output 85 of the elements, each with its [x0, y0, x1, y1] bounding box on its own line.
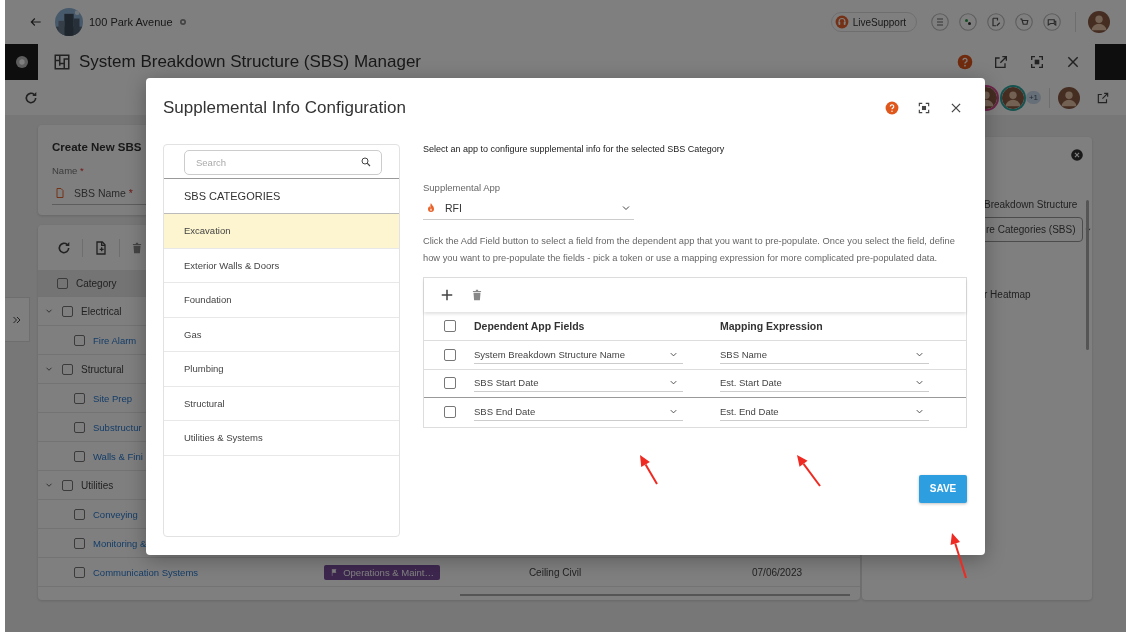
flame-icon — [425, 202, 437, 214]
scrollbar[interactable] — [1086, 200, 1089, 350]
support-button[interactable]: LiveSupport — [830, 12, 917, 32]
flag-icon — [330, 567, 340, 577]
category-item[interactable]: Gas — [164, 317, 399, 352]
file-icon — [54, 187, 66, 199]
checkbox[interactable] — [74, 508, 85, 520]
close-icon[interactable] — [949, 101, 963, 115]
search-field[interactable]: Search — [184, 150, 382, 175]
field-label: Supplemental App — [423, 182, 502, 193]
checkbox[interactable] — [444, 406, 456, 419]
tree-item[interactable]: Structural — [81, 363, 124, 375]
app-dropdown[interactable]: RFI — [423, 197, 634, 220]
checkbox[interactable] — [444, 320, 456, 332]
table-cell-text: 07/06/2023 — [751, 566, 803, 578]
help-icon[interactable] — [957, 54, 973, 70]
expression-dropdown[interactable]: SBS Name — [720, 345, 929, 364]
fullscreen-icon[interactable] — [1029, 54, 1045, 70]
search-icon — [360, 156, 372, 168]
scrollbar[interactable] — [460, 594, 850, 596]
dialog-title: Supplemental Info Configuration — [163, 98, 406, 118]
help-text: Click the Add Field button to select a field from the dependent app that you want to pre-populate. Once you select the field, define how you want to pre-populate the fields - pick a token or use a mapping expression for more complicated pre-populated data. — [423, 235, 956, 265]
avatar[interactable] — [1001, 86, 1024, 109]
instruction-text: Select an app to configure supplemental info for the selected SBS Category — [423, 144, 726, 154]
tree-item[interactable]: Electrical — [81, 305, 122, 317]
table-cell-text: Ceiling Civil — [527, 566, 583, 578]
avatar[interactable] — [1058, 86, 1080, 109]
field-dropdown[interactable]: SBS End Date — [474, 403, 683, 422]
tag: Operations & Maint… — [324, 564, 440, 580]
app-icon[interactable] — [13, 54, 30, 70]
category-item[interactable]: Excavation — [164, 214, 399, 249]
checkbox[interactable] — [57, 277, 68, 289]
status-icon — [178, 18, 187, 26]
checkbox[interactable] — [62, 479, 73, 491]
column-header: Mapping Expression — [720, 320, 824, 332]
checkbox[interactable] — [74, 421, 85, 433]
checkbox[interactable] — [74, 450, 85, 462]
chat-icon[interactable] — [1043, 13, 1061, 31]
checkbox[interactable] — [444, 377, 456, 390]
option-label: r Heatmap — [984, 289, 1032, 300]
checkbox[interactable] — [74, 392, 85, 404]
field-dropdown[interactable]: SBS Start Date — [474, 374, 683, 393]
checkbox[interactable] — [62, 305, 73, 317]
document-icon[interactable] — [93, 239, 109, 256]
list-icon[interactable] — [931, 13, 949, 31]
category-item[interactable]: Foundation — [164, 283, 399, 318]
annotation-arrow — [640, 455, 658, 485]
column-header: Category — [76, 277, 117, 289]
add-icon[interactable] — [440, 288, 454, 302]
checkbox[interactable] — [74, 334, 85, 346]
avatar[interactable] — [1088, 11, 1110, 33]
external-link-icon[interactable] — [1096, 90, 1110, 105]
checkbox[interactable] — [62, 363, 73, 375]
trash-icon[interactable] — [470, 288, 484, 302]
checkbox[interactable] — [74, 537, 85, 549]
close-icon[interactable] — [1070, 148, 1084, 162]
annotation-arrow — [950, 533, 967, 579]
edit-icon[interactable] — [987, 13, 1005, 31]
close-icon[interactable] — [1065, 54, 1081, 70]
help-icon[interactable] — [885, 101, 899, 115]
dots-icon[interactable] — [959, 13, 977, 31]
field-label: Name * — [52, 165, 84, 176]
category-item[interactable]: Structural — [164, 386, 399, 421]
category-item[interactable]: Utilities & Systems — [164, 421, 399, 456]
field-dropdown[interactable]: System Breakdown Structure Name — [474, 345, 683, 364]
project-name: 100 Park Avenue — [89, 16, 173, 28]
cart-icon[interactable] — [1015, 13, 1033, 31]
panel-label: Breakdown Structure — [984, 199, 1079, 210]
annotation-arrow — [797, 455, 821, 487]
expression-dropdown[interactable]: Est. Start Date — [720, 374, 929, 393]
sbs-logo-icon — [53, 53, 71, 71]
external-link-icon[interactable] — [993, 54, 1009, 70]
checkbox[interactable] — [444, 348, 456, 361]
fullscreen-icon[interactable] — [917, 101, 931, 115]
column-header: Dependent App Fields — [474, 320, 586, 332]
trash-icon[interactable] — [130, 240, 144, 255]
expression-dropdown[interactable]: Est. End Date — [720, 403, 929, 422]
window-title: System Breakdown Structure (SBS) Manager — [79, 52, 422, 72]
tree-item[interactable]: Utilities — [81, 479, 114, 491]
checkbox[interactable] — [74, 566, 85, 578]
category-item[interactable]: Plumbing — [164, 352, 399, 387]
headset-icon — [834, 15, 849, 29]
category-item[interactable]: Exterior Walls & Doors — [164, 248, 399, 283]
back-icon — [29, 15, 43, 29]
form-title: Create New SBS — [52, 141, 142, 153]
